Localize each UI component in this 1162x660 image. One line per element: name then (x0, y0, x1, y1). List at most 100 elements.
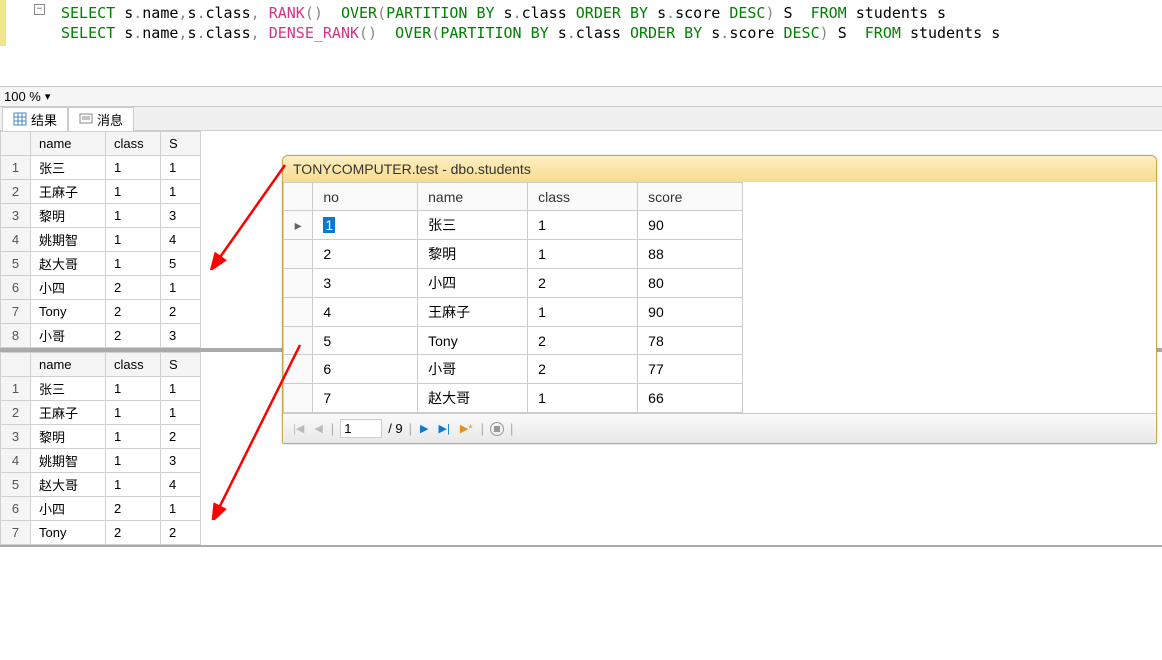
cell-class[interactable]: 1 (106, 156, 161, 180)
col-header-name[interactable]: name (31, 132, 106, 156)
cell-name[interactable]: 小哥 (418, 355, 528, 384)
cell-s[interactable]: 1 (161, 276, 201, 300)
row-header[interactable]: 4 (1, 228, 31, 252)
row-header[interactable]: 7 (1, 521, 31, 545)
table-row[interactable]: 4姚期智14 (1, 228, 201, 252)
cell-name[interactable]: 张三 (31, 156, 106, 180)
nav-new-icon[interactable]: ▶* (458, 422, 475, 435)
zoom-dropdown-icon[interactable]: ▾ (45, 90, 51, 103)
row-header[interactable]: 6 (1, 276, 31, 300)
nav-next-icon[interactable]: ▶ (418, 422, 430, 435)
nav-first-icon[interactable]: |◀ (291, 422, 306, 435)
cell-name[interactable]: 张三 (31, 377, 106, 401)
cell-name[interactable]: 小四 (31, 497, 106, 521)
table-row[interactable]: 7Tony22 (1, 521, 201, 545)
col-header-s[interactable]: S (161, 353, 201, 377)
cell-name[interactable]: 王麻子 (31, 180, 106, 204)
cell-name[interactable]: 黎明 (31, 425, 106, 449)
col-header-no[interactable]: no (313, 183, 418, 211)
cell-class[interactable]: 2 (528, 355, 638, 384)
cell-class[interactable]: 2 (528, 327, 638, 355)
table-row[interactable]: 7Tony22 (1, 300, 201, 324)
fold-icon[interactable]: − (34, 4, 45, 15)
row-header[interactable]: 7 (1, 300, 31, 324)
table-row[interactable]: 1张三11 (1, 156, 201, 180)
table-row[interactable]: 1张三11 (1, 377, 201, 401)
cell-score[interactable]: 77 (638, 355, 743, 384)
cell-s[interactable]: 2 (161, 425, 201, 449)
cell-no[interactable]: 6 (313, 355, 418, 384)
cell-s[interactable]: 1 (161, 156, 201, 180)
col-header-class[interactable]: class (528, 183, 638, 211)
table-row[interactable]: 4姚期智13 (1, 449, 201, 473)
cell-score[interactable]: 90 (638, 298, 743, 327)
table-row[interactable]: 5赵大哥14 (1, 473, 201, 497)
nav-last-icon[interactable]: ▶| (437, 422, 452, 435)
col-header-score[interactable]: score (638, 183, 743, 211)
table-row[interactable]: 2黎明188 (284, 240, 743, 269)
cell-no[interactable]: 1 (313, 211, 418, 240)
cell-name[interactable]: 姚期智 (31, 449, 106, 473)
col-header-name[interactable]: name (31, 353, 106, 377)
table-row[interactable]: 4王麻子190 (284, 298, 743, 327)
cell-name[interactable]: Tony (31, 521, 106, 545)
cell-class[interactable]: 1 (106, 204, 161, 228)
table-row[interactable]: 6小四21 (1, 497, 201, 521)
table-row[interactable]: 2王麻子11 (1, 401, 201, 425)
cell-name[interactable]: 王麻子 (31, 401, 106, 425)
data-table-window[interactable]: TONYCOMPUTER.test - dbo.students no name… (282, 155, 1157, 444)
cell-name[interactable]: Tony (31, 300, 106, 324)
table-row[interactable]: 6小四21 (1, 276, 201, 300)
nav-prev-icon[interactable]: ◀ (312, 422, 324, 435)
col-header-class[interactable]: class (106, 132, 161, 156)
table-row[interactable]: 3小四280 (284, 269, 743, 298)
row-header[interactable]: 3 (1, 204, 31, 228)
cell-s[interactable]: 3 (161, 324, 201, 348)
cell-class[interactable]: 1 (106, 473, 161, 497)
nav-stop-icon[interactable] (490, 422, 504, 436)
cell-name[interactable]: 姚期智 (31, 228, 106, 252)
cell-no[interactable]: 5 (313, 327, 418, 355)
cell-class[interactable]: 1 (106, 449, 161, 473)
cell-class[interactable]: 1 (528, 211, 638, 240)
table-row[interactable]: 7赵大哥166 (284, 384, 743, 413)
cell-class[interactable]: 1 (528, 384, 638, 413)
cell-class[interactable]: 2 (106, 497, 161, 521)
tab-messages[interactable]: 消息 (68, 107, 134, 131)
cell-class[interactable]: 1 (106, 425, 161, 449)
col-header-class[interactable]: class (106, 353, 161, 377)
row-header[interactable]: 4 (1, 449, 31, 473)
cell-score[interactable]: 78 (638, 327, 743, 355)
cell-s[interactable]: 4 (161, 473, 201, 497)
cell-s[interactable]: 1 (161, 497, 201, 521)
cell-class[interactable]: 1 (106, 401, 161, 425)
cell-name[interactable]: 张三 (418, 211, 528, 240)
cell-s[interactable]: 5 (161, 252, 201, 276)
row-header[interactable]: 6 (1, 497, 31, 521)
table-row[interactable]: 8小哥23 (1, 324, 201, 348)
cell-s[interactable]: 4 (161, 228, 201, 252)
cell-class[interactable]: 2 (106, 521, 161, 545)
cell-name[interactable]: 赵大哥 (418, 384, 528, 413)
row-header[interactable]: 8 (1, 324, 31, 348)
cell-s[interactable]: 3 (161, 449, 201, 473)
cell-class[interactable]: 2 (106, 300, 161, 324)
cell-class[interactable]: 1 (106, 377, 161, 401)
tab-results[interactable]: 结果 (2, 107, 68, 131)
cell-name[interactable]: 黎明 (418, 240, 528, 269)
cell-class[interactable]: 1 (106, 252, 161, 276)
cell-class[interactable]: 2 (528, 269, 638, 298)
cell-class[interactable]: 1 (528, 298, 638, 327)
sql-editor[interactable]: − SELECT s.name,s.class, RANK() OVER(PAR… (0, 0, 1162, 46)
row-header[interactable]: 2 (1, 180, 31, 204)
cell-score[interactable]: 88 (638, 240, 743, 269)
cell-class[interactable]: 2 (106, 324, 161, 348)
table-row[interactable]: 3黎明13 (1, 204, 201, 228)
cell-no[interactable]: 2 (313, 240, 418, 269)
cell-name[interactable]: 赵大哥 (31, 473, 106, 497)
col-header-s[interactable]: S (161, 132, 201, 156)
cell-no[interactable]: 4 (313, 298, 418, 327)
row-header[interactable]: 5 (1, 252, 31, 276)
cell-score[interactable]: 66 (638, 384, 743, 413)
nav-current-input[interactable] (340, 419, 382, 438)
